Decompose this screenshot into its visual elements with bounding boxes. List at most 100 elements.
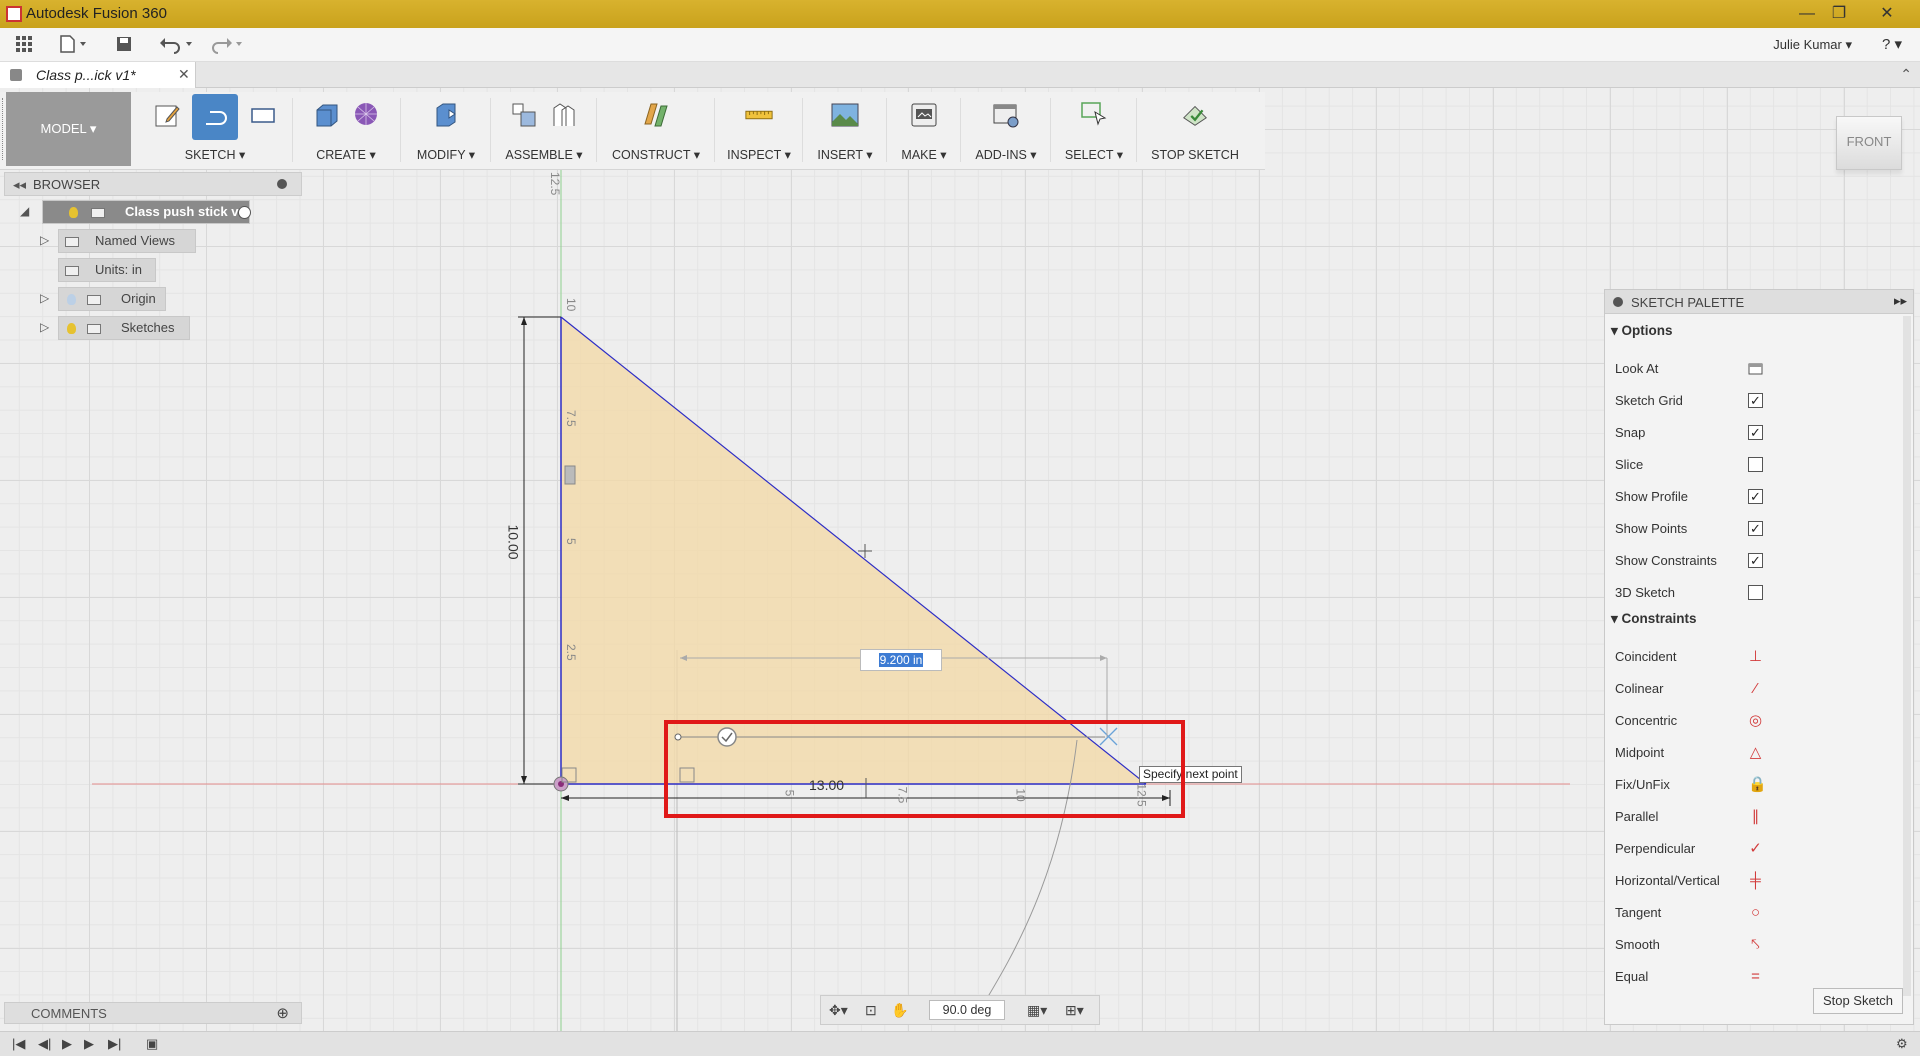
- palette-option-row[interactable]: Show Constraints ✓: [1615, 545, 1895, 577]
- pan-hand-icon[interactable]: ✋: [891, 1002, 908, 1019]
- activate-radio-icon[interactable]: [238, 206, 251, 219]
- rectangle-tool-icon[interactable]: [248, 100, 278, 130]
- form-icon[interactable]: [351, 100, 381, 130]
- constraints-section-header[interactable]: ▾ Constraints: [1611, 611, 1697, 627]
- palette-option-checkbox[interactable]: [1748, 457, 1763, 472]
- collapse-browser-button[interactable]: ◂◂: [13, 177, 26, 193]
- go-to-end-icon[interactable]: ▶|: [108, 1036, 121, 1052]
- help-menu[interactable]: ? ▾: [1882, 35, 1902, 53]
- constraint-row[interactable]: Horizontal/Vertical ╪: [1615, 865, 1895, 897]
- constraint-row[interactable]: Colinear ⁄: [1615, 673, 1895, 705]
- view-cube[interactable]: FRONT: [1836, 116, 1902, 170]
- grid-settings-icon[interactable]: ⊞▾: [1065, 1002, 1084, 1019]
- new-component-icon[interactable]: [509, 100, 539, 130]
- step-back-icon[interactable]: ◀|: [38, 1036, 51, 1052]
- insert-image-icon[interactable]: [830, 100, 860, 130]
- constraint-row[interactable]: Midpoint △: [1615, 737, 1895, 769]
- named-views-node[interactable]: Named Views: [58, 229, 196, 253]
- constraint-row[interactable]: Smooth ⤣: [1615, 929, 1895, 961]
- user-menu[interactable]: Julie Kumar ▾: [1773, 37, 1852, 53]
- sketch-group[interactable]: SKETCH ▾: [140, 92, 290, 170]
- palette-options-icon[interactable]: [1613, 297, 1623, 307]
- lock-icon[interactable]: 🔒: [1748, 777, 1767, 792]
- construct-group[interactable]: CONSTRUCT ▾: [600, 92, 712, 170]
- constraint-row[interactable]: Coincident ⊥: [1615, 641, 1895, 673]
- step-forward-icon[interactable]: ▶: [84, 1036, 94, 1052]
- palette-option-row[interactable]: Look At: [1615, 353, 1895, 385]
- press-pull-icon[interactable]: [431, 100, 461, 130]
- expand-triangle-icon[interactable]: ▷: [40, 291, 49, 305]
- smooth-icon[interactable]: ⤣: [1748, 937, 1763, 952]
- constraint-row[interactable]: Parallel ∥: [1615, 801, 1895, 833]
- stop-sketch-palette-button[interactable]: Stop Sketch: [1813, 988, 1903, 1014]
- assemble-group[interactable]: ASSEMBLE ▾: [494, 92, 594, 170]
- timeline-sketch-icon[interactable]: ▣: [146, 1036, 158, 1052]
- scripts-icon[interactable]: [991, 100, 1021, 130]
- modify-group[interactable]: MODIFY ▾: [404, 92, 488, 170]
- palette-option-row[interactable]: Show Profile ✓: [1615, 481, 1895, 513]
- expand-palette-button[interactable]: ▸▸: [1894, 293, 1907, 309]
- 3d-print-icon[interactable]: [909, 100, 939, 130]
- add-comment-button[interactable]: ⊕: [276, 1004, 289, 1022]
- maximize-button[interactable]: ❐: [1824, 2, 1854, 26]
- close-window-button[interactable]: ✕: [1872, 2, 1902, 26]
- expand-triangle-icon[interactable]: ▷: [40, 233, 49, 247]
- select-group[interactable]: SELECT ▾: [1054, 92, 1134, 170]
- orbit-icon[interactable]: ✥▾: [829, 1002, 848, 1019]
- add-ins-group[interactable]: ADD-INS ▾: [964, 92, 1048, 170]
- look-at-icon[interactable]: ⊡: [865, 1002, 877, 1019]
- browser-root-node[interactable]: Class push stick v0: [42, 200, 250, 224]
- measure-icon[interactable]: [744, 100, 774, 130]
- make-menu[interactable]: MAKE ▾: [890, 147, 958, 162]
- look-at-icon[interactable]: [1748, 361, 1763, 376]
- horizontal-vertical-icon[interactable]: ╪: [1748, 873, 1763, 888]
- palette-option-checkbox[interactable]: ✓: [1748, 425, 1763, 440]
- sketches-node[interactable]: Sketches: [58, 316, 190, 340]
- play-icon[interactable]: ▶: [62, 1036, 72, 1052]
- constraint-row[interactable]: Concentric ◎: [1615, 705, 1895, 737]
- coincident-icon[interactable]: ⊥: [1748, 649, 1763, 664]
- length-dimension-value[interactable]: 9.200 in: [878, 653, 924, 667]
- inspect-menu[interactable]: INSPECT ▾: [718, 147, 800, 162]
- palette-option-row[interactable]: 3D Sketch: [1615, 577, 1895, 609]
- palette-option-row[interactable]: Sketch Grid ✓: [1615, 385, 1895, 417]
- stop-sketch-icon[interactable]: [1180, 100, 1210, 130]
- tangent-icon[interactable]: ○: [1748, 905, 1763, 920]
- create-group[interactable]: CREATE ▾: [296, 92, 396, 170]
- equal-icon[interactable]: =: [1748, 969, 1763, 984]
- line-tool-icon[interactable]: [192, 94, 238, 140]
- modify-menu[interactable]: MODIFY ▾: [404, 147, 488, 162]
- origin-node[interactable]: Origin: [58, 287, 166, 311]
- palette-option-checkbox[interactable]: ✓: [1748, 393, 1763, 408]
- insert-menu[interactable]: INSERT ▾: [806, 147, 884, 162]
- constraint-row[interactable]: Tangent ○: [1615, 897, 1895, 929]
- timeline-settings-icon[interactable]: ⚙: [1896, 1036, 1908, 1052]
- palette-option-row[interactable]: Snap ✓: [1615, 417, 1895, 449]
- close-tab-button[interactable]: ✕: [178, 66, 190, 83]
- sketch-menu[interactable]: SKETCH ▾: [140, 147, 290, 162]
- perpendicular-icon[interactable]: ✓: [1748, 841, 1763, 856]
- display-settings-icon[interactable]: ▦▾: [1027, 1002, 1047, 1019]
- minimize-button[interactable]: —: [1792, 2, 1822, 26]
- offset-plane-icon[interactable]: [641, 100, 671, 130]
- palette-option-checkbox[interactable]: ✓: [1748, 521, 1763, 536]
- constraint-row[interactable]: Perpendicular ✓: [1615, 833, 1895, 865]
- create-sketch-icon[interactable]: [152, 100, 182, 130]
- constraint-row[interactable]: Fix/UnFix 🔒: [1615, 769, 1895, 801]
- stop-sketch-group[interactable]: STOP SKETCH: [1140, 92, 1250, 170]
- select-menu[interactable]: SELECT ▾: [1054, 147, 1134, 162]
- collapse-triangle-icon[interactable]: ◢: [20, 204, 29, 218]
- parallel-icon[interactable]: ∥: [1748, 809, 1763, 824]
- expand-triangle-icon[interactable]: ▷: [40, 320, 49, 334]
- insert-group[interactable]: INSERT ▾: [806, 92, 884, 170]
- file-menu-icon[interactable]: [58, 34, 88, 56]
- palette-option-checkbox[interactable]: ✓: [1748, 553, 1763, 568]
- app-grid-icon[interactable]: [14, 34, 34, 56]
- length-dimension-input[interactable]: 9.200 in: [860, 649, 942, 671]
- assemble-menu[interactable]: ASSEMBLE ▾: [494, 147, 594, 162]
- visibility-bulb-icon[interactable]: [67, 323, 76, 334]
- redo-icon[interactable]: [208, 34, 246, 56]
- go-to-start-icon[interactable]: |◀: [12, 1036, 25, 1052]
- palette-option-checkbox[interactable]: ✓: [1748, 489, 1763, 504]
- colinear-icon[interactable]: ⁄: [1748, 681, 1763, 696]
